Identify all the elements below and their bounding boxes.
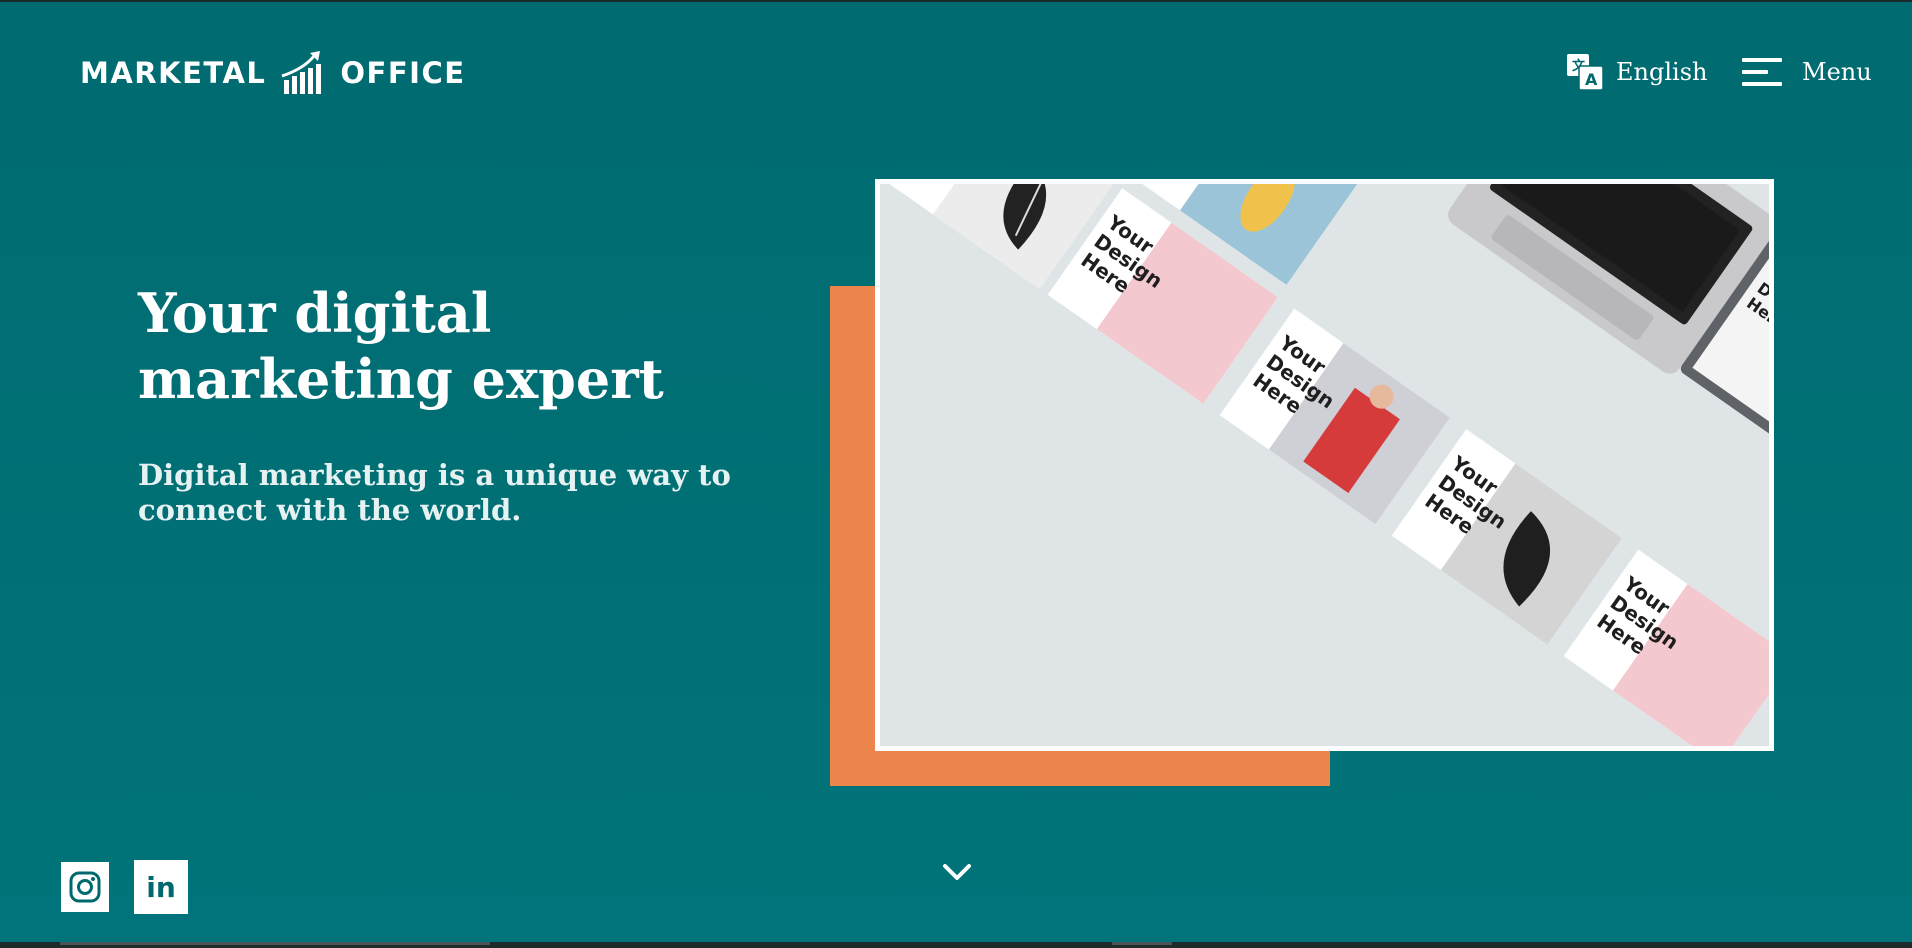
svg-text:A: A bbox=[1585, 70, 1598, 89]
chevron-down-icon[interactable] bbox=[939, 856, 975, 886]
language-label: English bbox=[1616, 58, 1708, 86]
top-border bbox=[0, 0, 1912, 2]
hero-title-line-1: Your digital bbox=[138, 281, 492, 345]
language-selector[interactable]: 文 A English bbox=[1566, 52, 1707, 92]
menu-label: Menu bbox=[1802, 58, 1872, 86]
translate-icon: 文 A bbox=[1567, 54, 1604, 91]
instagram-link[interactable] bbox=[61, 862, 109, 912]
linkedin-icon: in bbox=[146, 870, 176, 904]
bottom-scrollbar bbox=[0, 942, 1912, 948]
logo-text-right: OFFICE bbox=[340, 56, 466, 90]
rising-chart-arrow-icon bbox=[281, 51, 322, 94]
hero-subtitle: Digital marketing is a unique way to con… bbox=[138, 458, 738, 528]
hero-title: Your digital marketing expert bbox=[138, 280, 758, 412]
logo-text-left: MARKETAL bbox=[80, 56, 267, 90]
hero-title-line-2: marketing expert bbox=[138, 347, 664, 411]
hero-subtitle-line-1: Digital marketing is a unique way to bbox=[138, 458, 731, 492]
linkedin-link[interactable]: in bbox=[134, 860, 188, 914]
design-mockup-illustration: YourDesignHere YourDesignHere YourDesign… bbox=[880, 184, 1769, 746]
instagram-icon bbox=[69, 871, 101, 903]
brand-logo[interactable]: MARKETAL OFFICE bbox=[80, 50, 466, 96]
hero-image: YourDesignHere YourDesignHere YourDesign… bbox=[875, 179, 1774, 751]
hamburger-icon bbox=[1742, 56, 1782, 88]
hero-subtitle-line-2: connect with the world. bbox=[138, 493, 522, 527]
menu-button[interactable]: Menu bbox=[1742, 54, 1872, 90]
